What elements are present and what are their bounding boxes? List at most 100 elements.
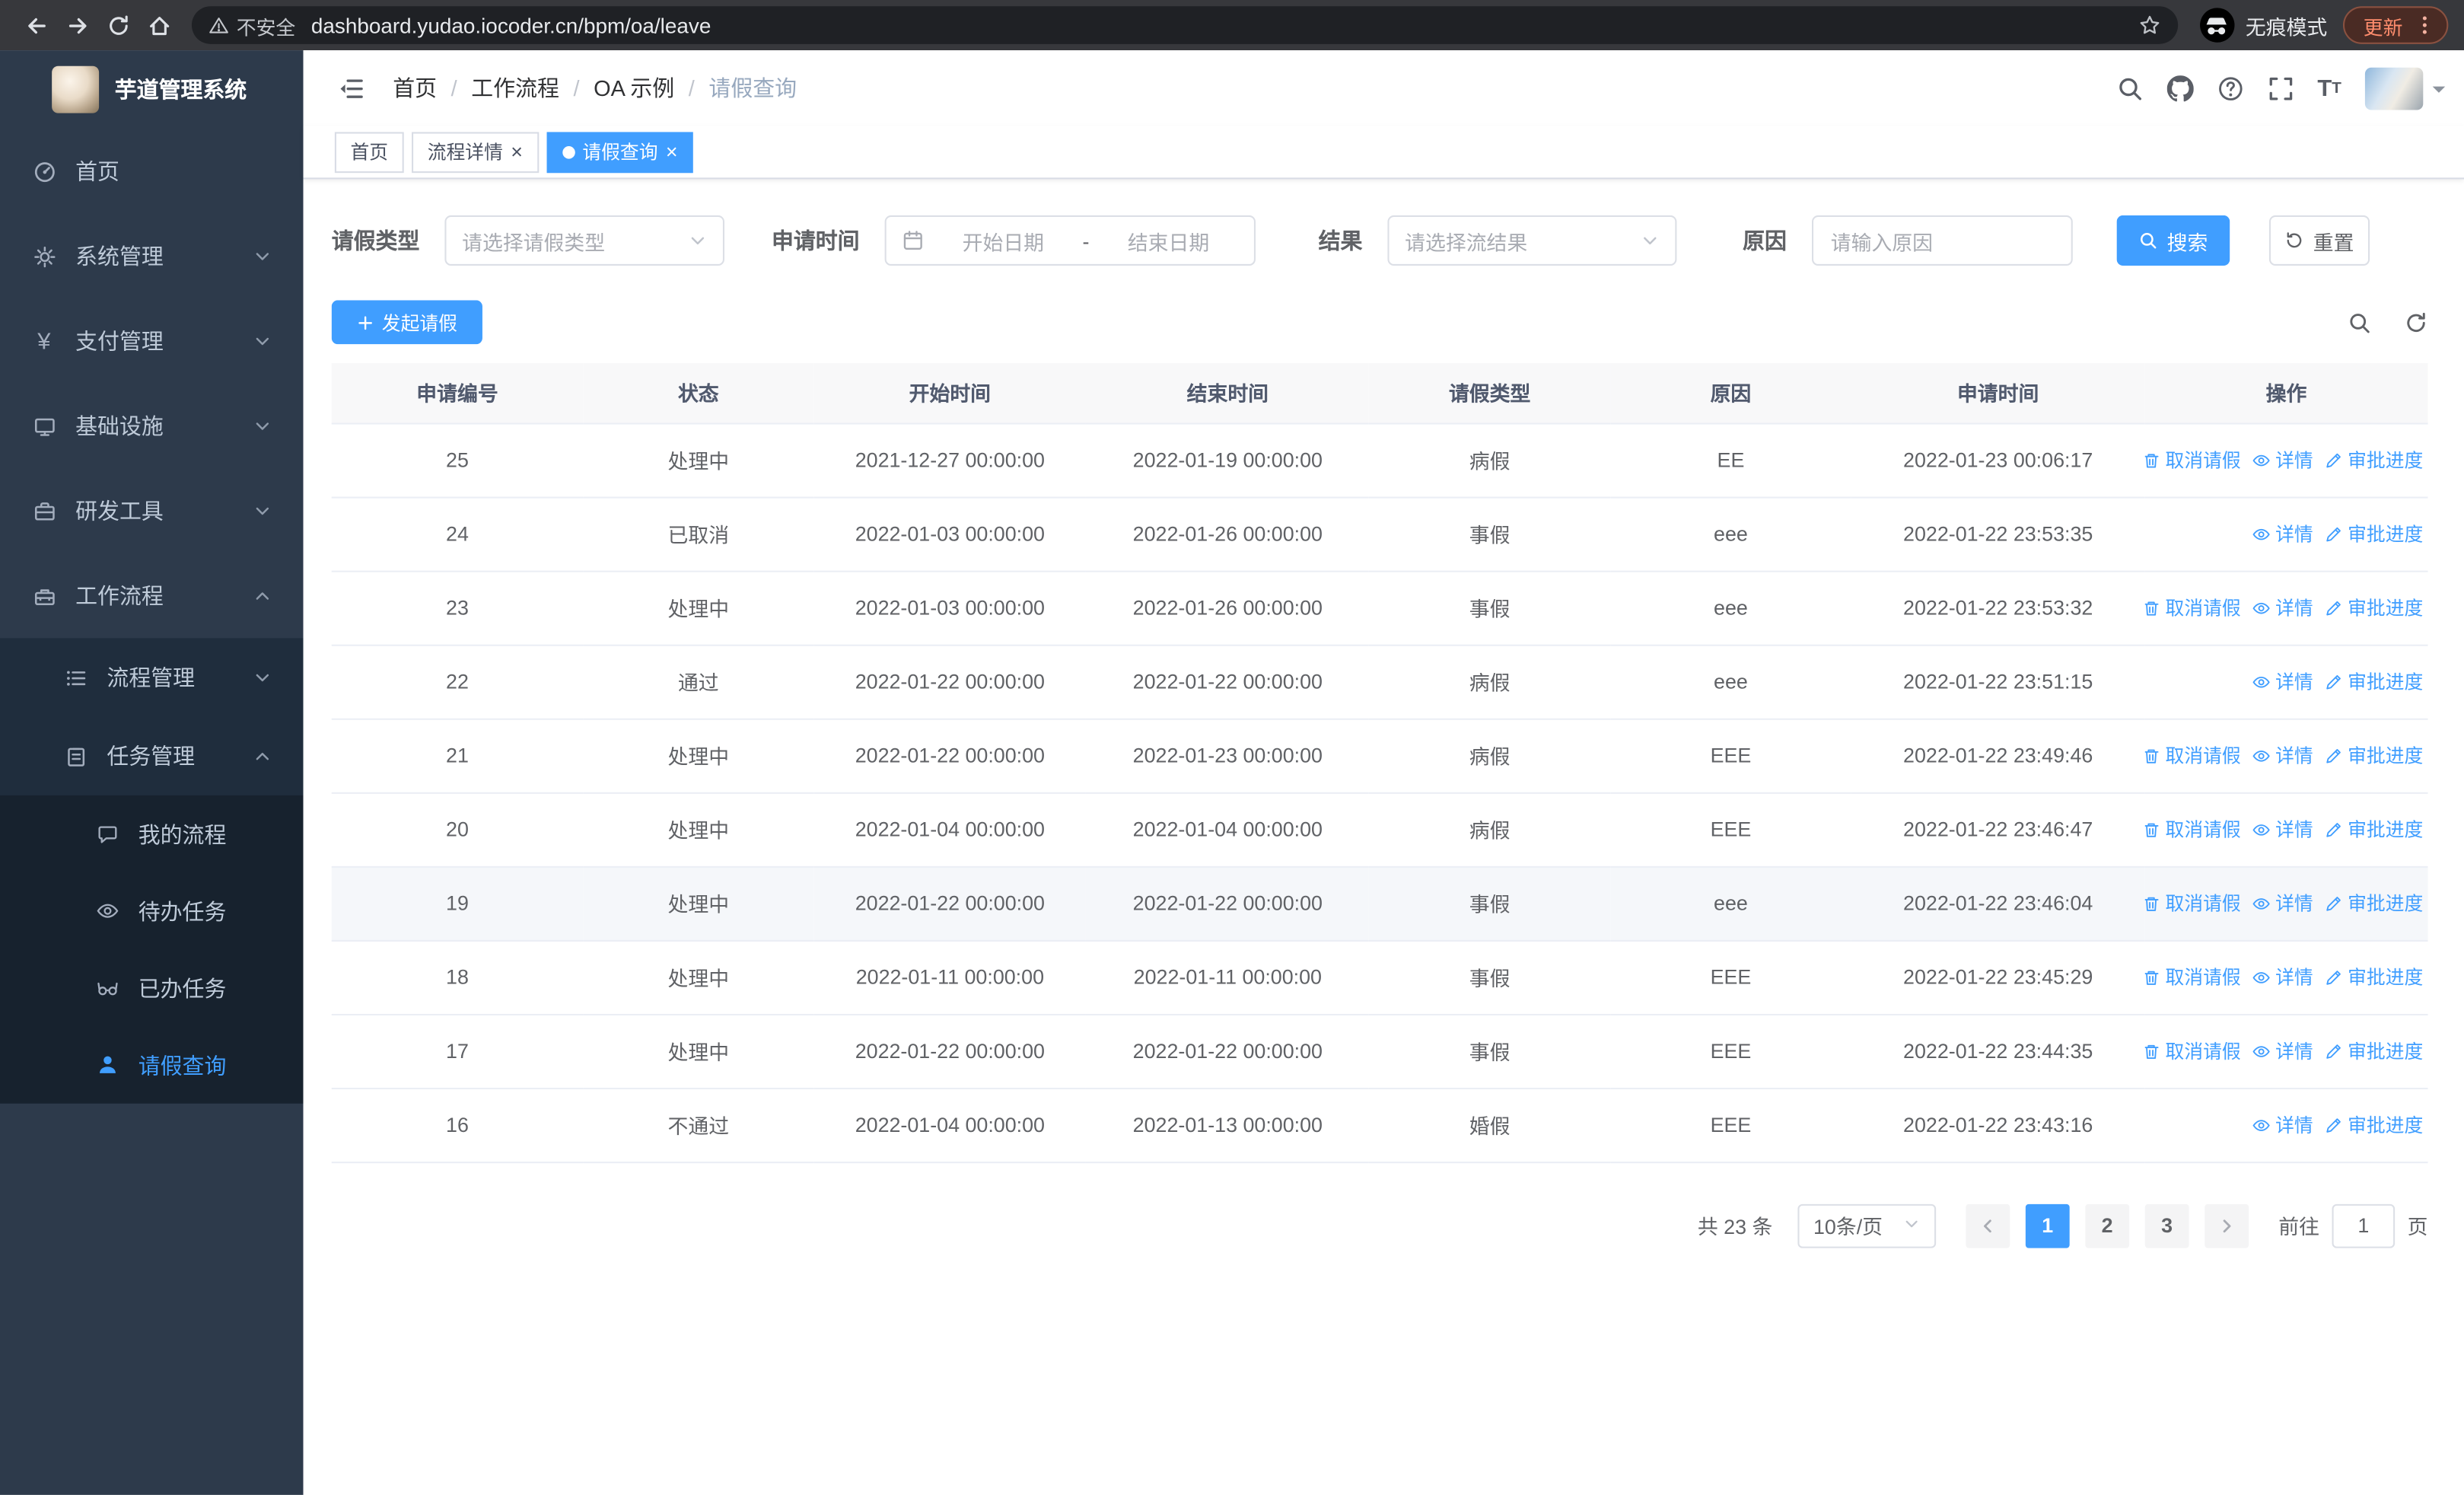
page-size-select[interactable]: 10条/页 [1797, 1203, 1937, 1248]
security-warning[interactable]: 不安全 [209, 10, 295, 40]
detail-link[interactable]: 详情 [2252, 816, 2313, 843]
breadcrumb-separator: / [450, 75, 457, 101]
browser-back-button[interactable] [16, 5, 57, 46]
prev-page-button[interactable] [1966, 1203, 2010, 1248]
search-icon [2119, 77, 2141, 100]
sidebar-item-label: 系统管理 [75, 244, 164, 269]
detail-link[interactable]: 详情 [2252, 446, 2313, 473]
breadcrumb-item-home[interactable]: 首页 [393, 72, 437, 104]
browser-forward-button[interactable] [56, 5, 97, 46]
approval-progress-link[interactable]: 审批进度 [2324, 521, 2423, 547]
approval-progress-link[interactable]: 审批进度 [2324, 668, 2423, 695]
bookmark-star-icon[interactable] [2138, 13, 2160, 38]
detail-link[interactable]: 详情 [2252, 521, 2313, 547]
next-page-button[interactable] [2205, 1203, 2249, 1248]
sidebar-item-system-mgmt[interactable]: 系统管理 [0, 214, 304, 299]
sidebar-item-my-process[interactable]: 我的流程 [0, 795, 304, 872]
cancel-leave-label: 取消请假 [2165, 449, 2241, 472]
browser-update-button[interactable]: 更新 [2342, 6, 2449, 44]
detail-link[interactable]: 详情 [2252, 964, 2313, 990]
cell-apply-id: 21 [331, 718, 584, 793]
cancel-leave-link[interactable]: 取消请假 [2144, 446, 2241, 473]
yen-icon: ¥ [37, 327, 51, 355]
close-icon[interactable]: × [511, 142, 523, 162]
tab-home[interactable]: 首页 [334, 131, 404, 173]
create-leave-button[interactable]: 发起请假 [331, 300, 483, 345]
page-button-3[interactable]: 3 [2144, 1203, 2189, 1248]
sidebar-item-payment-mgmt[interactable]: ¥ 支付管理 [0, 298, 304, 384]
cancel-leave-link[interactable]: 取消请假 [2144, 594, 2241, 621]
approval-progress-link[interactable]: 审批进度 [2324, 742, 2423, 769]
approval-progress-link[interactable]: 审批进度 [2324, 964, 2423, 990]
toggle-search-button[interactable] [2348, 311, 2371, 334]
browser-home-button[interactable] [138, 5, 180, 46]
font-size-button[interactable]: TT [2317, 75, 2341, 101]
kebab-menu-icon[interactable] [2414, 14, 2436, 37]
apply-time-range-picker[interactable]: 开始日期 - 结束日期 [884, 215, 1256, 266]
sidebar-item-label: 请假查询 [138, 1052, 227, 1078]
page-button-2[interactable]: 2 [2085, 1203, 2130, 1248]
detail-link[interactable]: 详情 [2252, 742, 2313, 769]
pagination-total: 共 23 条 [1697, 1215, 1773, 1239]
result-placeholder: 请选择流结果 [1405, 230, 1528, 254]
tab-leave-query[interactable]: 请假查询 × [546, 131, 694, 173]
cancel-leave-link[interactable]: 取消请假 [2144, 890, 2241, 916]
table-header-row: 申请编号 状态 开始时间 结束时间 请假类型 原因 申请时间 操作 [331, 363, 2428, 424]
header-search-button[interactable] [2116, 75, 2143, 101]
browser-reload-button[interactable] [97, 5, 138, 46]
sidebar-item-infrastructure[interactable]: 基础设施 [0, 384, 304, 469]
refresh-table-button[interactable] [2405, 311, 2428, 334]
github-link[interactable] [2166, 75, 2194, 101]
detail-link[interactable]: 详情 [2252, 668, 2313, 695]
sidebar-item-process-mgmt[interactable]: 流程管理 [0, 638, 304, 716]
page-button-1[interactable]: 1 [2025, 1203, 2070, 1248]
sidebar-item-leave-query[interactable]: 请假查询 [0, 1026, 304, 1103]
approval-progress-link[interactable]: 审批进度 [2324, 446, 2423, 473]
app-logo[interactable]: 芋道管理系统 [0, 50, 304, 129]
reason-input[interactable]: 请输入原因 [1812, 215, 2073, 266]
detail-link[interactable]: 详情 [2252, 594, 2313, 621]
approval-progress-link[interactable]: 审批进度 [2324, 890, 2423, 916]
approval-progress-link[interactable]: 审批进度 [2324, 594, 2423, 621]
col-apply-time: 申请时间 [1851, 363, 2145, 424]
trash-icon [2144, 601, 2159, 615]
tab-label: 首页 [350, 141, 389, 164]
sidebar-collapse-button[interactable] [338, 75, 365, 101]
tab-process-detail[interactable]: 流程详情 × [412, 131, 539, 173]
approval-progress-link[interactable]: 审批进度 [2324, 1038, 2423, 1064]
reset-button[interactable]: 重置 [2268, 215, 2370, 266]
cancel-leave-link[interactable]: 取消请假 [2144, 964, 2241, 990]
approval-progress-link[interactable]: 审批进度 [2324, 816, 2423, 843]
cancel-leave-link[interactable]: 取消请假 [2144, 816, 2241, 843]
table-row: 16 不通过 2022-01-04 00:00:00 2022-01-13 00… [331, 1088, 2428, 1163]
search-button[interactable]: 搜索 [2116, 215, 2230, 266]
approval-progress-link[interactable]: 审批进度 [2324, 1111, 2423, 1138]
detail-link[interactable]: 详情 [2252, 1111, 2313, 1138]
help-button[interactable] [2217, 75, 2243, 101]
fullscreen-button[interactable] [2267, 75, 2294, 101]
sidebar-item-workflow[interactable]: 工作流程 [0, 553, 304, 639]
user-menu[interactable] [2364, 66, 2446, 110]
sidebar-item-home[interactable]: 首页 [0, 129, 304, 214]
sidebar-item-task-mgmt[interactable]: 任务管理 [0, 717, 304, 795]
star-icon [2140, 15, 2160, 33]
cancel-leave-link[interactable]: 取消请假 [2144, 1038, 2241, 1064]
leave-type-select[interactable]: 请选择请假类型 [444, 215, 724, 266]
eye-icon [2252, 601, 2270, 614]
result-label: 结果 [1318, 228, 1363, 253]
breadcrumb-item-workflow[interactable]: 工作流程 [471, 72, 559, 104]
chevron-up-icon [253, 745, 272, 767]
pagination-goto-input[interactable]: 1 [2332, 1203, 2396, 1248]
sidebar-item-dev-tools[interactable]: 研发工具 [0, 468, 304, 553]
result-select[interactable]: 请选择流结果 [1387, 215, 1677, 266]
address-bar[interactable]: 不安全 dashboard.yudao.iocoder.cn/bpm/oa/le… [191, 6, 2179, 44]
plus-icon [358, 315, 372, 330]
detail-link[interactable]: 详情 [2252, 1038, 2313, 1064]
cell-actions: 取消请假 详情 审批进度 [2144, 865, 2428, 941]
sidebar-item-done-tasks[interactable]: 已办任务 [0, 949, 304, 1026]
sidebar-item-todo-tasks[interactable]: 待办任务 [0, 872, 304, 949]
breadcrumb-item-oa-example[interactable]: OA 示例 [594, 72, 674, 104]
close-icon[interactable]: × [666, 142, 678, 162]
cancel-leave-link[interactable]: 取消请假 [2144, 742, 2241, 769]
detail-link[interactable]: 详情 [2252, 890, 2313, 916]
